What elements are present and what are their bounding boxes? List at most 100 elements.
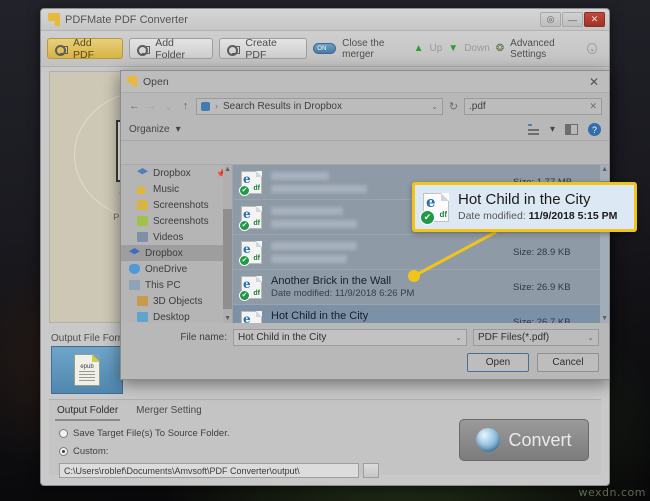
close-window-button[interactable]: ✕: [584, 12, 605, 27]
cancel-button[interactable]: Cancel: [537, 353, 599, 372]
tree-item-3d-objects[interactable]: 3D Objects: [121, 293, 232, 309]
tree-item-this-pc[interactable]: This PC: [121, 277, 232, 293]
open-dialog-footer: File name: Hot Child in the City ⌄ PDF F…: [121, 323, 609, 379]
save-to-source-label: Save Target File(s) To Source Folder.: [73, 428, 230, 439]
desktop-icon: [137, 312, 148, 322]
blurred-file-name: [271, 171, 329, 180]
tree-item-dropbox[interactable]: Dropbox 📌: [121, 165, 232, 181]
add-folder-icon: [137, 43, 151, 56]
organize-button[interactable]: Organize: [129, 124, 170, 135]
open-dialog-navigation-bar: ← → ⌄ ↑ › Search Results in Dropbox ⌄ ↻ …: [121, 93, 609, 119]
forward-icon[interactable]: →: [145, 100, 158, 112]
back-icon[interactable]: ←: [128, 100, 141, 112]
dropbox-synced-check-icon: ✔: [239, 184, 250, 196]
minimize-window-button[interactable]: —: [562, 12, 583, 27]
tree-scrollbar-thumb[interactable]: [223, 209, 232, 309]
convert-icon: [476, 428, 501, 452]
tab-merger-setting[interactable]: Merger Setting: [134, 403, 204, 421]
open-dialog-command-bar: Organize ▾ ▾ ?: [121, 119, 609, 141]
blurred-file-date: [271, 219, 357, 228]
up-one-level-icon[interactable]: ↑: [179, 100, 192, 112]
file-name: Another Brick in the Wall: [271, 275, 392, 287]
file-type-select[interactable]: PDF Files(*.pdf) ⌄: [473, 329, 599, 346]
output-settings-panel: Output Folder Merger Setting Save Target…: [49, 399, 601, 478]
view-caret-icon[interactable]: ▾: [550, 124, 555, 135]
pdf-file-icon: edf✔: [239, 170, 262, 196]
address-dropdown-icon[interactable]: ⌄: [431, 102, 438, 111]
pdf-file-icon: e df ✔: [420, 192, 449, 225]
convert-button[interactable]: Convert: [459, 419, 589, 461]
merger-toggle-switch[interactable]: ON: [313, 43, 337, 54]
radio-custom-folder[interactable]: [59, 447, 68, 456]
edge-e-glyph: e: [426, 192, 436, 211]
epub-icon: epub: [74, 354, 100, 386]
refresh-icon[interactable]: ↻: [447, 100, 460, 113]
browse-folder-button[interactable]: [363, 463, 379, 478]
file-list-row[interactable]: edf✔ Hot Child in the CityDate modified: …: [233, 305, 609, 323]
move-down-label[interactable]: Down: [464, 43, 490, 54]
edge-e-glyph: e: [243, 171, 251, 186]
tab-output-folder[interactable]: Output Folder: [55, 403, 121, 421]
file-tooltip-callout: e df ✔ Hot Child in the City Date modifi…: [412, 182, 637, 232]
add-pdf-label: Add PDF: [73, 36, 94, 61]
tree-scroll-down-icon[interactable]: ▼: [224, 315, 231, 322]
recent-locations-icon[interactable]: ⌄: [162, 100, 175, 113]
file-type-caret-icon[interactable]: ⌄: [587, 330, 594, 345]
move-up-label[interactable]: Up: [430, 43, 443, 54]
help-window-button[interactable]: ◎: [540, 12, 561, 27]
open-dialog-close-icon[interactable]: ✕: [585, 75, 603, 89]
breadcrumb-current: Search Results in Dropbox: [223, 100, 342, 112]
file-list-row[interactable]: e df ✔ Size: 28.9 KB: [233, 235, 609, 270]
open-dialog-logo-icon: [127, 76, 137, 87]
move-down-icon[interactable]: ▼: [448, 43, 458, 54]
address-location-icon: [201, 101, 210, 111]
radio-source-folder[interactable]: [59, 429, 68, 438]
navigation-tree-list: Dropbox 📌 Music Screenshots Screenshots Video…: [121, 165, 232, 323]
file-name-row: File name: Hot Child in the City ⌄ PDF F…: [121, 323, 609, 346]
tree-scrollbar[interactable]: ▲ ▼: [223, 165, 232, 323]
add-pdf-button[interactable]: Add PDF: [47, 36, 124, 61]
search-input-value: .pdf: [469, 100, 486, 112]
tree-item-screenshots[interactable]: Screenshots: [121, 213, 232, 229]
obj3d-icon: [137, 296, 148, 306]
convert-label: Convert: [508, 429, 572, 450]
add-folder-button[interactable]: Add Folder: [129, 37, 214, 61]
output-format-epub-option[interactable]: epub: [51, 346, 123, 394]
command-bar-right-group: ▾ ?: [527, 123, 601, 136]
file-scroll-up-icon[interactable]: ▲: [601, 166, 608, 173]
help-icon[interactable]: ?: [588, 123, 601, 136]
tree-item-music[interactable]: Music: [121, 181, 232, 197]
callout-date-label: Date modified:: [458, 210, 529, 222]
site-watermark: wexdn.com: [578, 486, 646, 499]
tree-scroll-up-icon[interactable]: ▲: [224, 166, 231, 173]
pdf-df-glyph: df: [253, 219, 260, 227]
pdf-df-glyph: df: [253, 289, 260, 297]
file-name-input[interactable]: Hot Child in the City ⌄: [233, 329, 467, 346]
app-toolbar: Add PDF Add Folder Create PDF ON Close t…: [41, 31, 609, 67]
tree-item-desktop[interactable]: Desktop: [121, 309, 232, 323]
organize-caret-icon[interactable]: ▾: [176, 124, 181, 135]
search-input[interactable]: .pdf ✕: [464, 97, 602, 115]
output-path-input[interactable]: C:\Users\roblef\Documents\Amvsoft\PDF Co…: [59, 463, 359, 478]
address-bar[interactable]: › Search Results in Dropbox ⌄: [196, 97, 443, 115]
tree-item-screenshots[interactable]: Screenshots: [121, 197, 232, 213]
tree-item-dropbox[interactable]: Dropbox: [121, 245, 232, 261]
clear-search-icon[interactable]: ✕: [589, 101, 597, 112]
open-dialog-titlebar: Open ✕: [121, 71, 609, 93]
file-name-caret-icon[interactable]: ⌄: [455, 330, 462, 345]
advanced-settings-icon[interactable]: ❂: [496, 43, 504, 54]
chevron-down-icon[interactable]: ⌄: [587, 43, 597, 54]
close-merger-label[interactable]: Close the merger: [342, 38, 407, 60]
tree-item-videos[interactable]: Videos: [121, 229, 232, 245]
tree-item-onedrive[interactable]: OneDrive: [121, 261, 232, 277]
change-view-icon[interactable]: [527, 124, 540, 135]
advanced-settings-label[interactable]: Advanced Settings: [510, 38, 581, 60]
preview-pane-icon[interactable]: [565, 124, 578, 135]
window-controls: ◎ — ✕: [540, 12, 605, 27]
create-pdf-button[interactable]: Create PDF: [219, 37, 308, 61]
file-scroll-down-icon[interactable]: ▼: [601, 315, 608, 322]
move-up-icon[interactable]: ▲: [414, 43, 424, 54]
file-list-row[interactable]: e df ✔ Another Brick in the Wall Date modifi…: [233, 270, 609, 305]
tree-item-label: Dropbox: [145, 247, 183, 259]
open-button[interactable]: Open: [467, 353, 529, 372]
